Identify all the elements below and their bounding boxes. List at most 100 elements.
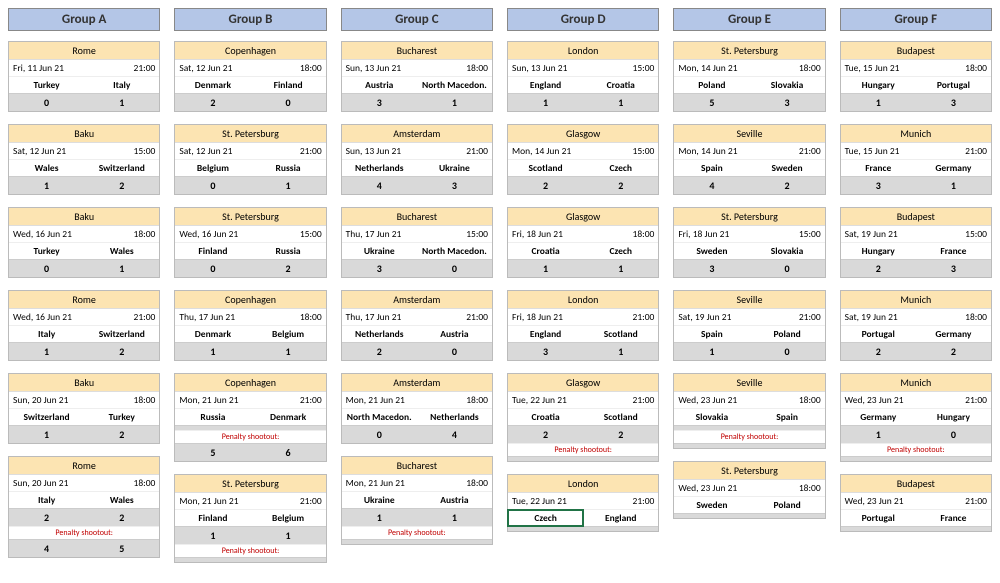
away-score[interactable]: 0 [749, 342, 824, 360]
home-score[interactable]: 0 [9, 259, 84, 277]
away-score[interactable]: 0 [251, 93, 326, 111]
home-score[interactable]: 2 [9, 508, 84, 526]
away-score[interactable]: 1 [84, 93, 159, 111]
away-score[interactable]: 3 [916, 259, 991, 277]
away-score[interactable] [749, 425, 824, 430]
home-score[interactable]: 1 [9, 176, 84, 194]
away-score[interactable]: 2 [583, 425, 658, 443]
home-score[interactable]: 4 [674, 176, 749, 194]
home-score[interactable]: 4 [342, 176, 417, 194]
home-score[interactable] [674, 425, 749, 430]
home-score[interactable]: 1 [508, 259, 583, 277]
away-score[interactable]: 1 [251, 342, 326, 360]
home-score[interactable]: 2 [175, 93, 250, 111]
away-score[interactable]: 1 [417, 508, 492, 526]
away-score[interactable]: 2 [251, 259, 326, 277]
home-score[interactable]: 2 [841, 259, 916, 277]
home-score[interactable]: 1 [841, 425, 916, 443]
away-score[interactable]: 1 [583, 342, 658, 360]
home-score[interactable]: 0 [175, 259, 250, 277]
away-team: Croatia [583, 77, 658, 93]
away-score[interactable]: 3 [916, 93, 991, 111]
home-score[interactable] [175, 425, 250, 430]
away-score[interactable]: 2 [84, 176, 159, 194]
away-penalty-score[interactable] [749, 443, 824, 448]
away-score[interactable]: 1 [251, 526, 326, 544]
home-penalty-score[interactable] [342, 539, 417, 544]
home-score[interactable]: 0 [175, 176, 250, 194]
away-score[interactable]: 3 [749, 93, 824, 111]
away-penalty-score[interactable] [251, 557, 326, 562]
home-penalty-score[interactable] [674, 443, 749, 448]
home-score[interactable]: 3 [508, 342, 583, 360]
away-penalty-score[interactable]: 6 [251, 443, 326, 461]
home-score[interactable]: 0 [342, 425, 417, 443]
away-score[interactable]: 2 [916, 342, 991, 360]
away-score[interactable]: 1 [583, 93, 658, 111]
match-time: 18:00 [84, 475, 159, 491]
home-penalty-score[interactable]: 5 [175, 443, 250, 461]
away-penalty-score[interactable] [916, 456, 991, 461]
home-score[interactable]: 0 [9, 93, 84, 111]
away-score[interactable]: 0 [916, 425, 991, 443]
home-team: Poland [674, 77, 749, 93]
away-score[interactable]: 2 [84, 342, 159, 360]
match-time: 18:00 [417, 392, 492, 408]
match-time: 15:00 [583, 143, 658, 159]
home-penalty-score[interactable] [841, 456, 916, 461]
away-score[interactable]: 0 [417, 342, 492, 360]
away-score[interactable]: 2 [84, 425, 159, 443]
away-score[interactable]: 1 [916, 176, 991, 194]
away-score[interactable]: 2 [583, 176, 658, 194]
home-penalty-score[interactable]: 4 [9, 539, 84, 557]
match-city: London [508, 42, 658, 60]
away-score[interactable]: 2 [84, 508, 159, 526]
away-score[interactable]: 2 [749, 176, 824, 194]
away-score[interactable]: 1 [417, 93, 492, 111]
home-score[interactable] [674, 513, 749, 518]
home-score[interactable]: 2 [342, 342, 417, 360]
home-score[interactable]: 3 [841, 176, 916, 194]
match-date: Wed, 23 Jun 21 [674, 392, 749, 408]
home-penalty-score[interactable] [175, 557, 250, 562]
home-score[interactable]: 5 [674, 93, 749, 111]
home-score[interactable]: 2 [508, 425, 583, 443]
home-score[interactable]: 2 [841, 342, 916, 360]
match-time: 15:00 [84, 143, 159, 159]
home-score[interactable] [508, 526, 583, 531]
home-team: Slovakia [674, 409, 749, 425]
home-score[interactable]: 3 [342, 93, 417, 111]
match-city: Rome [9, 291, 159, 309]
home-score[interactable]: 1 [175, 342, 250, 360]
home-score[interactable]: 1 [508, 93, 583, 111]
home-score[interactable]: 1 [674, 342, 749, 360]
away-score[interactable] [749, 513, 824, 518]
home-score[interactable]: 3 [342, 259, 417, 277]
away-score[interactable]: 0 [417, 259, 492, 277]
away-score[interactable]: 1 [251, 176, 326, 194]
home-score[interactable]: 1 [9, 342, 84, 360]
away-score[interactable]: 3 [417, 176, 492, 194]
away-score[interactable]: 1 [84, 259, 159, 277]
home-team: Croatia [508, 243, 583, 259]
home-score[interactable]: 1 [175, 526, 250, 544]
home-score[interactable]: 2 [508, 176, 583, 194]
away-penalty-score[interactable]: 5 [84, 539, 159, 557]
away-penalty-score[interactable] [583, 456, 658, 461]
away-score[interactable]: 1 [583, 259, 658, 277]
home-penalty-score[interactable] [508, 456, 583, 461]
away-score[interactable] [916, 526, 991, 531]
away-score[interactable] [251, 425, 326, 430]
away-score[interactable]: 4 [417, 425, 492, 443]
group-header: Group F [840, 8, 992, 31]
away-score[interactable] [583, 526, 658, 531]
home-score[interactable] [841, 526, 916, 531]
home-score[interactable]: 1 [841, 93, 916, 111]
away-score[interactable]: 0 [749, 259, 824, 277]
home-score[interactable]: 1 [342, 508, 417, 526]
match-card: St. PetersburgWed, 23 Jun 2118:00SwedenP… [673, 461, 825, 519]
home-score[interactable]: 1 [9, 425, 84, 443]
away-penalty-score[interactable] [417, 539, 492, 544]
match-card: BudapestWed, 23 Jun 2121:00PortugalFranc… [840, 474, 992, 532]
home-score[interactable]: 3 [674, 259, 749, 277]
